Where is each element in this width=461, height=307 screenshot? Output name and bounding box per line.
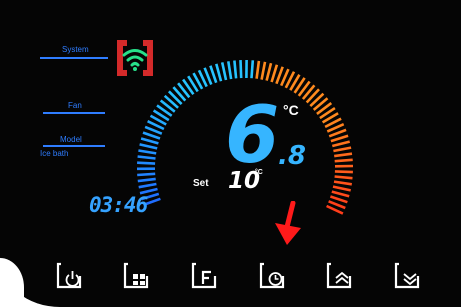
gauge-tick <box>332 185 351 192</box>
gauge-tick <box>329 195 348 204</box>
set-label: Set <box>193 178 209 189</box>
down-button[interactable] <box>392 261 422 291</box>
fan-button[interactable] <box>189 261 219 291</box>
gauge-tick <box>333 180 352 186</box>
gauge-tick <box>137 177 156 183</box>
arrow-down-icon <box>394 262 420 289</box>
gauge-tick <box>270 64 279 83</box>
clock-button[interactable] <box>257 261 287 291</box>
gauge-tick <box>137 155 156 160</box>
current-temperature-unit: °C <box>283 102 299 118</box>
gauge-tick <box>265 62 273 81</box>
gauge-tick <box>260 61 267 80</box>
clock-icon <box>259 262 285 289</box>
gauge-tick <box>209 65 218 84</box>
power-icon <box>56 262 82 289</box>
gauge-tick <box>255 60 261 79</box>
grid-icon <box>123 262 149 289</box>
gauge-tick <box>331 140 351 148</box>
current-temperature-decimal: .8 <box>278 141 306 171</box>
gauge-tick <box>233 60 238 79</box>
gauge-tick <box>220 62 228 81</box>
gauge-tick <box>140 137 159 145</box>
clock-time: 03:46 <box>89 193 148 217</box>
gauge-tick <box>137 172 156 177</box>
current-temperature: 6 <box>225 91 280 181</box>
set-temperature-unit: °C <box>255 169 263 176</box>
gauge-tick <box>239 60 243 79</box>
gauge-tick <box>334 152 353 158</box>
gauge-tick <box>330 134 349 143</box>
gauge-tick <box>138 149 157 155</box>
gauge-tick <box>334 175 353 180</box>
gauge-tick <box>334 158 353 163</box>
gauge-tick <box>137 161 156 165</box>
gauge-tick <box>250 60 255 79</box>
annotation-arrow <box>275 201 301 245</box>
gauge-tick <box>227 61 233 80</box>
gauge-tick <box>333 146 352 153</box>
up-button[interactable] <box>324 261 354 291</box>
gauge-tick <box>138 182 157 189</box>
thermostat-panel: System Fan Model Ice bath 03:46 6 °C .8 … <box>0 0 461 307</box>
menu-button[interactable] <box>121 261 151 291</box>
power-button[interactable] <box>54 261 84 291</box>
fan-f-icon <box>191 262 217 289</box>
gauge-tick <box>215 63 223 82</box>
gauge-tick <box>331 190 350 198</box>
gauge-tick <box>334 170 353 174</box>
gauge-tick <box>139 143 158 150</box>
gauge-tick <box>142 131 161 140</box>
arrow-up-icon <box>326 262 352 289</box>
